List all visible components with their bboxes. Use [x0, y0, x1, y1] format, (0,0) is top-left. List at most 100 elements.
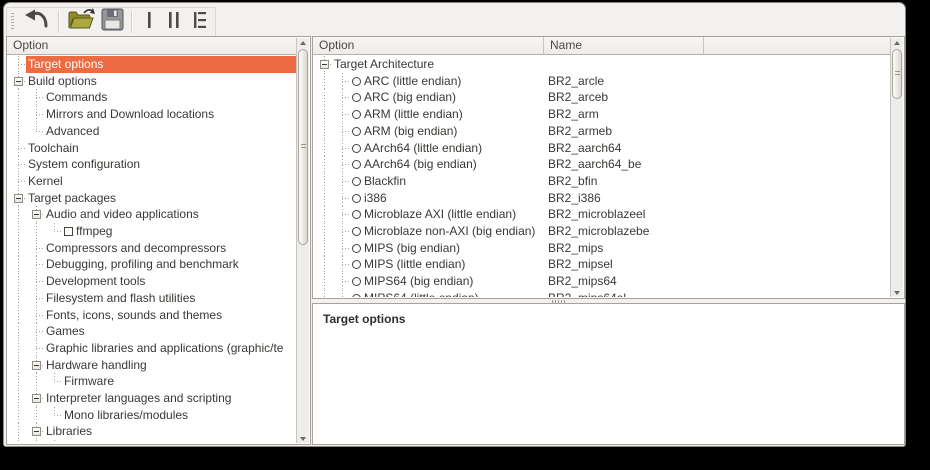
config-tree-item[interactable]: Games [8, 323, 298, 340]
scroll-up-icon[interactable] [297, 38, 309, 47]
config-tree: Target optionsBuild optionsCommandsMirro… [8, 55, 298, 443]
config-tree-item[interactable]: Target options [8, 56, 298, 73]
config-tree-item[interactable]: Audio and video applications [8, 206, 298, 223]
radio-icon[interactable] [352, 77, 361, 86]
option-list-item[interactable]: ARC (little endian)BR2_arcle [314, 73, 892, 90]
option-list-item[interactable]: ARM (big endian)BR2_armeb [314, 123, 892, 140]
radio-icon[interactable] [352, 194, 361, 203]
save-button[interactable] [98, 9, 127, 35]
radio-icon[interactable] [352, 227, 361, 236]
symbol-name: BR2_i386 [548, 191, 601, 205]
config-tree-item[interactable]: Filesystem and flash utilities [8, 290, 298, 307]
config-tree-item[interactable]: Commands [8, 89, 298, 106]
option-list-item-label: Microblaze AXI (little endian) [352, 207, 516, 221]
option-list-item[interactable]: ARM (little endian)BR2_arm [314, 106, 892, 123]
option-list-item[interactable]: i386BR2_i386 [314, 190, 892, 207]
config-tree-item[interactable]: Mirrors and Download locations [8, 106, 298, 123]
radio-icon[interactable] [352, 127, 361, 136]
full-view-button[interactable] [187, 9, 213, 35]
symbol-name: BR2_mips64 [548, 274, 617, 288]
config-tree-item[interactable]: Toolchain [8, 140, 298, 157]
option-list-item[interactable]: AArch64 (little endian)BR2_aarch64 [314, 140, 892, 157]
radio-icon[interactable] [352, 177, 361, 186]
symbol-name: BR2_aarch64 [548, 141, 621, 155]
config-tree-item[interactable]: ffmpeg [8, 223, 298, 240]
config-tree-item[interactable]: Audio/Sound [8, 440, 298, 443]
expander-minus-icon[interactable] [320, 60, 329, 69]
scrollbar-thumb[interactable] [892, 49, 902, 99]
config-tree-item[interactable]: Kernel [8, 173, 298, 190]
config-tree-item[interactable]: Firmware [8, 373, 298, 390]
expander-minus-icon[interactable] [32, 427, 41, 436]
expander-minus-icon[interactable] [14, 194, 23, 203]
split-view-icon [164, 9, 184, 36]
option-list-item[interactable]: Target Architecture [314, 56, 892, 73]
expander-minus-icon[interactable] [32, 210, 41, 219]
option-list-item[interactable]: MIPS (little endian)BR2_mipsel [314, 256, 892, 273]
option-list-item-label: MIPS (big endian) [352, 241, 460, 255]
config-tree-item[interactable]: Debugging, profiling and benchmark [8, 256, 298, 273]
config-tree-item[interactable]: Mono libraries/modules [8, 407, 298, 424]
radio-icon[interactable] [352, 244, 361, 253]
config-tree-item-label: Graphic libraries and applications (grap… [46, 341, 283, 355]
config-tree-item-label: Kernel [28, 174, 63, 188]
checkbox-icon[interactable] [64, 227, 73, 236]
option-list-item[interactable]: MIPS64 (big endian)BR2_mips64 [314, 273, 892, 290]
back-button[interactable] [20, 9, 54, 35]
option-list-item[interactable]: Microblaze non-AXI (big endian)BR2_micro… [314, 223, 892, 240]
config-tree-item[interactable]: Development tools [8, 273, 298, 290]
help-panel[interactable]: Target options [312, 303, 905, 445]
scroll-up-icon[interactable] [891, 38, 903, 47]
config-tree-item[interactable]: Graphic libraries and applications (grap… [8, 340, 298, 357]
option-list-item[interactable]: MIPS (big endian)BR2_mips [314, 240, 892, 257]
single-view-button[interactable] [137, 9, 161, 35]
config-tree-item[interactable]: Target packages [8, 190, 298, 207]
option-list-item[interactable]: MIPS64 (little endian)BR2_mips64el [314, 290, 892, 297]
option-list-item-label: Blackfin [352, 174, 406, 188]
radio-icon[interactable] [352, 294, 361, 297]
config-tree-item-label: Compressors and decompressors [46, 241, 226, 255]
radio-icon[interactable] [352, 277, 361, 286]
symbol-name: BR2_armeb [548, 124, 612, 138]
expander-minus-icon[interactable] [14, 77, 23, 86]
expander-minus-icon[interactable] [32, 361, 41, 370]
option-column-header[interactable]: Option [7, 37, 297, 54]
config-tree-item[interactable]: Libraries [8, 423, 298, 440]
config-tree-item[interactable]: System configuration [8, 156, 298, 173]
config-tree-item-label: Fonts, icons, sounds and themes [46, 308, 222, 322]
config-tree-item[interactable]: Build options [8, 73, 298, 90]
option-list-item[interactable]: ARC (big endian)BR2_arceb [314, 89, 892, 106]
config-tree-item[interactable]: Interpreter languages and scripting [8, 390, 298, 407]
scroll-down-icon[interactable] [891, 288, 903, 297]
radio-icon[interactable] [352, 160, 361, 169]
left-vertical-scrollbar[interactable] [296, 38, 309, 443]
scrollbar-thumb[interactable] [298, 49, 308, 245]
scroll-down-icon[interactable] [297, 434, 309, 443]
toolbar-drag-handle[interactable] [11, 13, 14, 31]
config-tree-item-label: Audio/Sound [64, 441, 133, 443]
option-list-item[interactable]: BlackfinBR2_bfin [314, 173, 892, 190]
option-list-item-label: AArch64 (big endian) [352, 157, 477, 171]
split-view-button[interactable] [161, 9, 187, 35]
config-tree-item[interactable]: Compressors and decompressors [8, 240, 298, 257]
open-button[interactable] [64, 9, 98, 35]
config-tree-item[interactable]: Fonts, icons, sounds and themes [8, 307, 298, 324]
expander-minus-icon[interactable] [32, 394, 41, 403]
option-list-item[interactable]: Microblaze AXI (little endian)BR2_microb… [314, 206, 892, 223]
radio-icon[interactable] [352, 144, 361, 153]
symbol-name: BR2_mipsel [548, 257, 613, 271]
open-folder-icon [67, 8, 95, 36]
right-vertical-scrollbar[interactable] [890, 38, 903, 297]
option-list-item[interactable]: AArch64 (big endian)BR2_aarch64_be [314, 156, 892, 173]
config-tree-item[interactable]: Advanced [8, 123, 298, 140]
save-floppy-icon [101, 8, 124, 36]
radio-icon[interactable] [352, 93, 361, 102]
name-column-header[interactable]: Name [544, 37, 704, 54]
config-tree-item[interactable]: Hardware handling [8, 357, 298, 374]
radio-icon[interactable] [352, 210, 361, 219]
option-list-item-label: ARC (big endian) [352, 90, 456, 104]
radio-icon[interactable] [352, 260, 361, 269]
undo-arrow-icon [23, 8, 51, 37]
radio-icon[interactable] [352, 110, 361, 119]
option-column-header[interactable]: Option [313, 37, 544, 54]
